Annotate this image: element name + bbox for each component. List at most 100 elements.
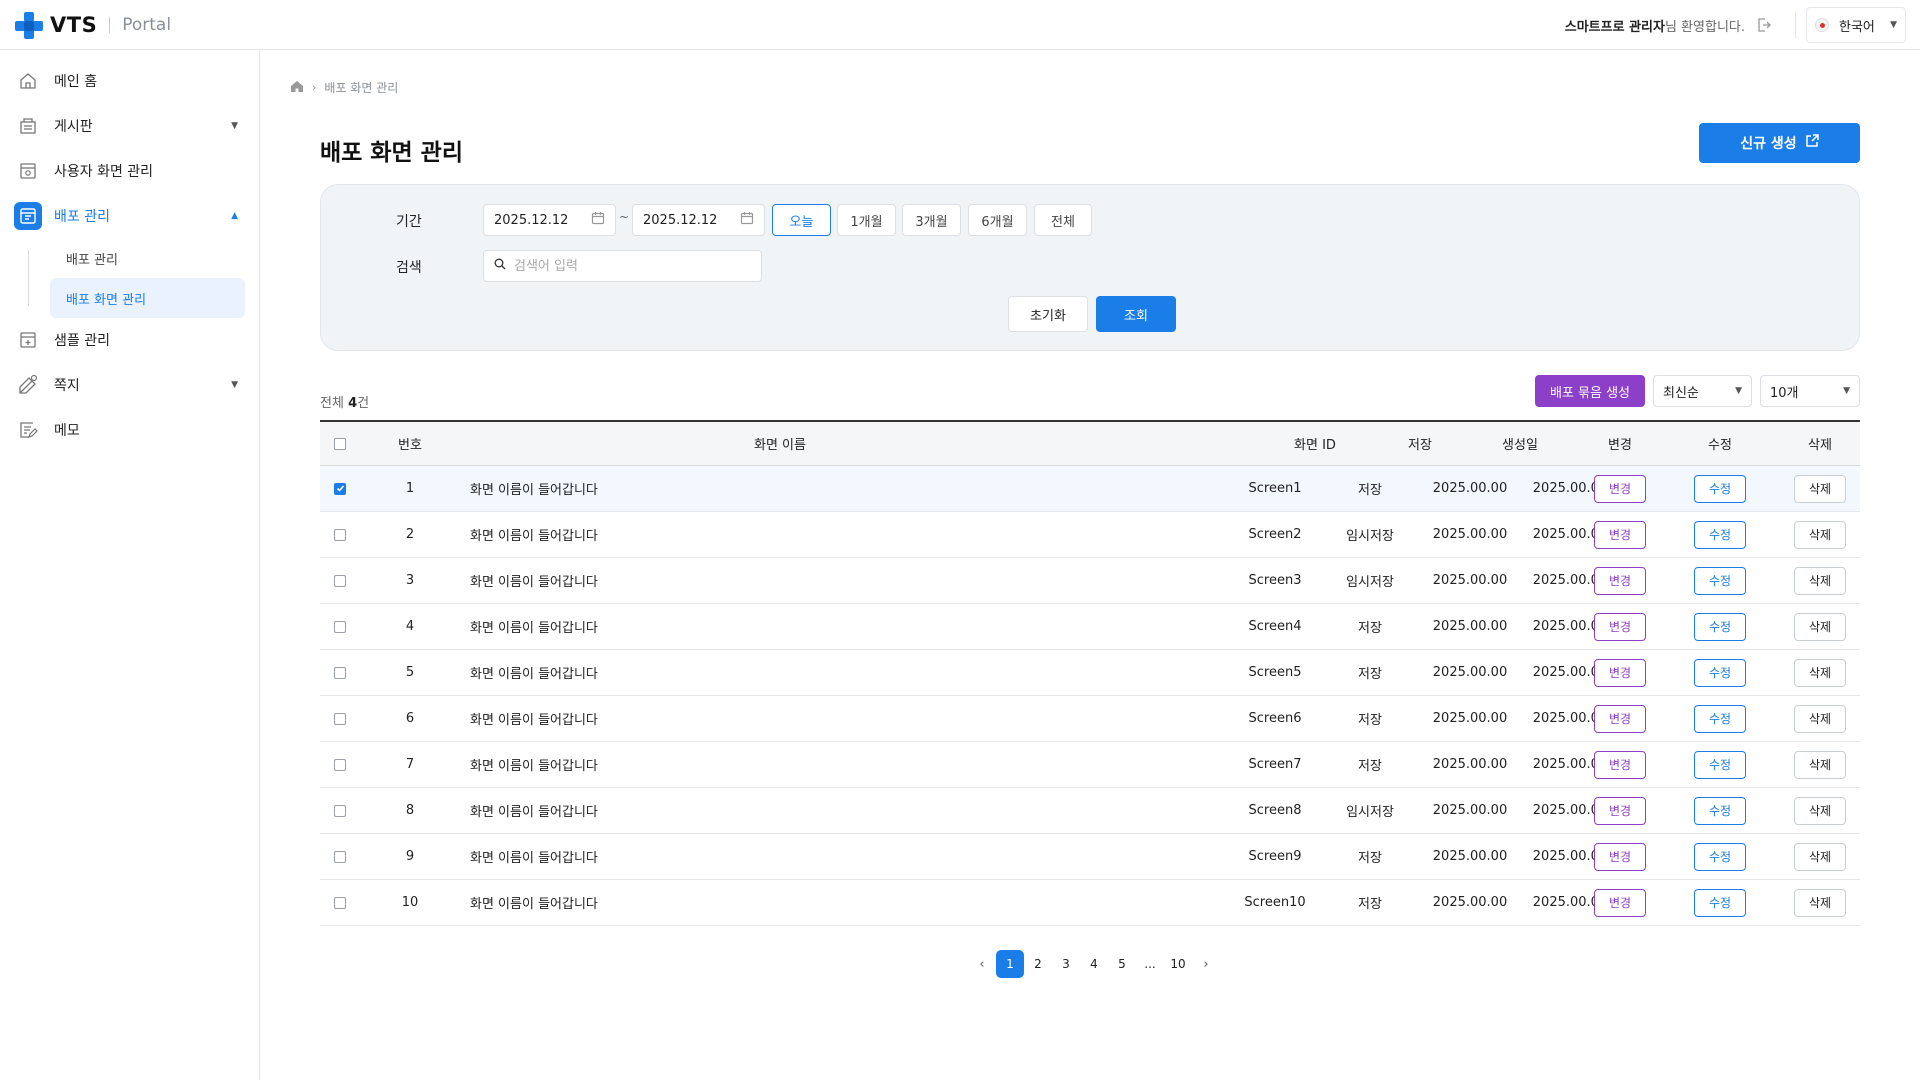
delete-button[interactable]: 삭제 [1794,750,1846,779]
chevron-down-icon: ▼ [1890,20,1897,30]
sidebar-item-message[interactable]: 쪽지 ▼ [14,370,246,400]
row-checkbox[interactable] [334,850,346,863]
logout-icon[interactable] [1755,16,1773,34]
cell-edit: 수정 [1670,558,1770,603]
change-button[interactable]: 변경 [1594,566,1646,595]
sidebar-subitem-deploy-screen[interactable]: 배포 화면 관리 [50,278,245,318]
table-row[interactable]: 5 화면 이름이 들어갑니다 Screen5 저장 2025.00.00 2025.00.… [320,650,1860,696]
period-all-button[interactable]: 전체 [1034,204,1092,236]
row-checkbox[interactable] [334,620,346,633]
edit-button[interactable]: 수정 [1694,612,1746,641]
delete-button[interactable]: 삭제 [1794,796,1846,825]
delete-button[interactable]: 삭제 [1794,566,1846,595]
row-checkbox[interactable] [334,666,346,679]
delete-button[interactable]: 삭제 [1794,842,1846,871]
reset-button[interactable]: 초기화 [1008,296,1088,332]
table-row[interactable]: 6 화면 이름이 들어갑니다 Screen6 저장 2025.00.00 2025.00.… [320,696,1860,742]
home-icon[interactable] [290,80,304,96]
row-checkbox[interactable] [334,804,346,817]
sidebar-item-deploy[interactable]: 배포 관리 ▲ [14,201,246,231]
table-row[interactable]: 4 화면 이름이 들어갑니다 Screen4 저장 2025.00.00 2025.00.… [320,604,1860,650]
edit-button[interactable]: 수정 [1694,658,1746,687]
change-button[interactable]: 변경 [1594,796,1646,825]
edit-button[interactable]: 수정 [1694,750,1746,779]
table-row[interactable]: 1 화면 이름이 들어갑니다 Screen1 저장 2025.00.00 2025.00.… [320,466,1860,512]
delete-button[interactable]: 삭제 [1794,474,1846,503]
change-button[interactable]: 변경 [1594,888,1646,917]
edit-button[interactable]: 수정 [1694,796,1746,825]
period-1month-button[interactable]: 1개월 [837,204,896,236]
sidebar-item-main-home[interactable]: 메인 홈 [14,66,246,96]
page-button[interactable]: 5 [1108,950,1136,978]
sidebar-item-memo[interactable]: 메모 [14,415,246,445]
change-button[interactable]: 변경 [1594,842,1646,871]
page-button[interactable]: 4 [1080,950,1108,978]
page-button[interactable]: 2 [1024,950,1052,978]
end-date-input[interactable]: 2025.12.12 [632,204,765,236]
delete-button[interactable]: 삭제 [1794,888,1846,917]
prev-page-icon[interactable]: ‹ [968,950,996,978]
page-size-select[interactable]: 10개 ▼ [1760,375,1860,407]
sort-select[interactable]: 최신순 ▼ [1653,375,1752,407]
change-button[interactable]: 변경 [1594,520,1646,549]
edit-button[interactable]: 수정 [1694,842,1746,871]
total-prefix: 전체 [320,396,349,411]
page-ellipsis: ... [1144,957,1156,971]
edit-button[interactable]: 수정 [1694,520,1746,549]
edit-button[interactable]: 수정 [1694,888,1746,917]
change-button[interactable]: 변경 [1594,658,1646,687]
page-button[interactable]: 3 [1052,950,1080,978]
sidebar-item-user-screen[interactable]: 사용자 화면 관리 [14,156,246,186]
delete-button[interactable]: 삭제 [1794,612,1846,641]
language-select[interactable]: 한국어 ▼ [1806,7,1906,43]
search-input[interactable] [514,258,734,274]
row-checkbox[interactable] [334,896,346,909]
table-row[interactable]: 8 화면 이름이 들어갑니다 Screen8 임시저장 2025.00.00 2025.0… [320,788,1860,834]
edit-button[interactable]: 수정 [1694,566,1746,595]
sidebar-subitem-deploy-manage[interactable]: 배포 관리 [50,238,245,278]
table-row[interactable]: 3 화면 이름이 들어갑니다 Screen3 임시저장 2025.00.00 2025.0… [320,558,1860,604]
search-field[interactable] [483,250,762,282]
header-right: 스마트프로 관리자님 환영합니다. 한국어 ▼ [1565,7,1906,43]
sample-icon [14,326,42,354]
period-3month-button[interactable]: 3개월 [902,204,961,236]
change-button[interactable]: 변경 [1594,612,1646,641]
period-today-button[interactable]: 오늘 [772,204,831,236]
change-button[interactable]: 변경 [1594,750,1646,779]
edit-button[interactable]: 수정 [1694,474,1746,503]
query-button[interactable]: 조회 [1096,296,1176,332]
create-bundle-button[interactable]: 배포 묶음 생성 [1535,375,1645,407]
logo[interactable]: VTS Portal [14,10,171,40]
start-date-input[interactable]: 2025.12.12 [483,204,616,236]
cell-screen-id: Screen9 [1248,849,1302,864]
row-checkbox[interactable] [334,758,346,771]
table-row[interactable]: 10 화면 이름이 들어갑니다 Screen10 저장 2025.00.00 2025.0… [320,880,1860,926]
welcome-name: 스마트프로 관리자 [1564,19,1665,35]
row-checkbox[interactable] [334,574,346,587]
next-page-icon[interactable]: › [1192,950,1220,978]
row-select-cell [320,466,360,511]
edit-button[interactable]: 수정 [1694,704,1746,733]
table-row[interactable]: 9 화면 이름이 들어갑니다 Screen9 저장 2025.00.00 2025.00.… [320,834,1860,880]
delete-button[interactable]: 삭제 [1794,704,1846,733]
row-checkbox[interactable] [334,482,346,495]
select-all-checkbox[interactable] [334,437,346,450]
delete-button[interactable]: 삭제 [1794,658,1846,687]
row-checkbox[interactable] [334,712,346,725]
period-6month-button[interactable]: 6개월 [968,204,1027,236]
table-row[interactable]: 7 화면 이름이 들어갑니다 Screen7 저장 2025.00.00 2025.00.… [320,742,1860,788]
total-count: 전체 4건 [320,392,369,411]
page-button[interactable]: 1 [996,950,1024,978]
change-button[interactable]: 변경 [1594,474,1646,503]
chevron-right-icon: › [312,81,317,94]
sidebar-item-sample[interactable]: 샘플 관리 [14,325,246,355]
new-create-button[interactable]: 신규 생성 [1699,123,1860,163]
board-icon [14,112,42,140]
table-row[interactable]: 2 화면 이름이 들어갑니다 Screen2 임시저장 2025.00.00 2025.0… [320,512,1860,558]
change-button[interactable]: 변경 [1594,704,1646,733]
page-button[interactable]: 10 [1164,950,1192,978]
delete-button[interactable]: 삭제 [1794,520,1846,549]
row-checkbox[interactable] [334,528,346,541]
sidebar: 메인 홈 게시판 ▼ 사용자 화면 관리 배포 관리 ▲ 배포 관리 배포 화면… [0,50,260,1080]
sidebar-item-board[interactable]: 게시판 ▼ [14,111,246,141]
